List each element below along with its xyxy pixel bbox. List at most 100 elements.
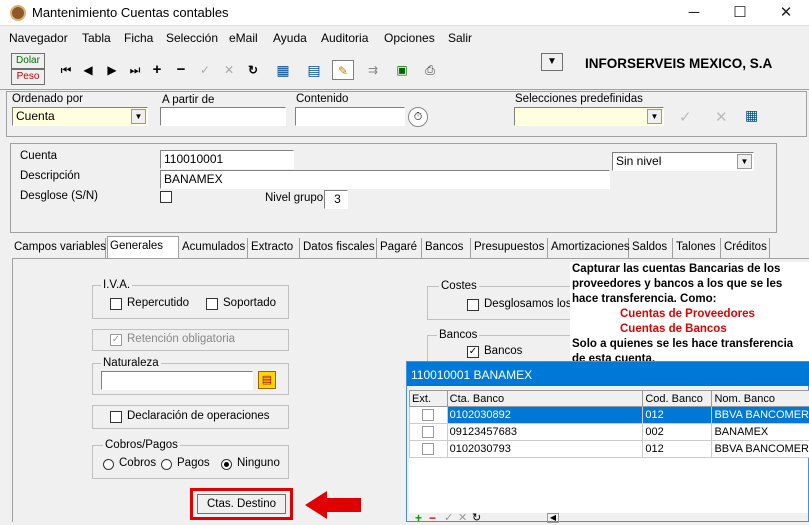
tab-bancos[interactable]: Bancos: [423, 238, 471, 258]
menu-tabla[interactable]: Tabla: [82, 31, 111, 45]
peso-button[interactable]: Peso: [11, 69, 45, 85]
tab-generales[interactable]: Generales: [107, 236, 179, 259]
cancel-row-icon[interactable]: ✕: [458, 511, 467, 524]
close-button[interactable]: ✕: [763, 0, 809, 26]
col-cod-banco[interactable]: Cod. Banco: [643, 391, 712, 407]
nivel-select[interactable]: Sin nivel ▼: [612, 152, 754, 171]
previous-record-icon[interactable]: ◀: [77, 60, 99, 80]
add-row-icon[interactable]: +: [415, 511, 422, 525]
ext-checkbox[interactable]: [422, 443, 434, 455]
declaracion-checkbox[interactable]: [110, 411, 122, 423]
edit-form-icon[interactable]: ✎: [332, 60, 354, 80]
last-record-icon[interactable]: ⏭: [124, 60, 146, 80]
selection-grid-icon[interactable]: ▦: [745, 107, 758, 124]
menu-navegador[interactable]: Navegador: [9, 31, 68, 45]
tab-creditos[interactable]: Créditos: [722, 238, 770, 258]
nom-banco-cell[interactable]: BANAMEX: [712, 424, 809, 441]
table-row[interactable]: 0102030892 012 BBVA BANCOMER: [410, 407, 809, 424]
desglosamos-checkbox[interactable]: [467, 299, 479, 311]
ext-checkbox[interactable]: [422, 426, 434, 438]
delete-record-icon[interactable]: −: [170, 60, 192, 80]
cobros-radio[interactable]: [103, 459, 114, 470]
menu-seleccion[interactable]: Selección: [166, 31, 218, 45]
clear-selection-icon[interactable]: ✕: [715, 108, 728, 126]
copy-icon[interactable]: ⇉: [362, 60, 384, 80]
tab-extracto[interactable]: Extracto: [249, 238, 300, 258]
apply-selection-icon[interactable]: ✓: [679, 108, 692, 126]
cuenta-input[interactable]: 110010001: [160, 150, 294, 169]
window-title: Mantenimiento Cuentas contables: [32, 5, 229, 20]
menu-email[interactable]: eMail: [229, 31, 258, 45]
refresh-row-icon[interactable]: ↻: [472, 511, 481, 524]
menu-opciones[interactable]: Opciones: [384, 31, 435, 45]
tab-saldos[interactable]: Saldos: [630, 238, 673, 258]
chevron-down-icon[interactable]: ▼: [647, 109, 662, 124]
tab-pagare[interactable]: Pagaré: [378, 238, 422, 258]
minimize-button[interactable]: ─: [671, 0, 717, 26]
next-record-icon[interactable]: ▶: [101, 60, 123, 80]
repercutido-checkbox[interactable]: [110, 298, 122, 310]
grid-view-icon[interactable]: ▦: [272, 60, 294, 80]
print-icon[interactable]: ⎙: [419, 60, 441, 80]
refresh-icon[interactable]: ↻: [242, 60, 264, 80]
nivel-select-value: Sin nivel: [616, 154, 661, 168]
col-nom-banco[interactable]: Nom. Banco: [712, 391, 809, 407]
menu-ficha[interactable]: Ficha: [124, 31, 153, 45]
chevron-down-icon[interactable]: ▼: [131, 109, 146, 124]
col-ext[interactable]: Ext.: [410, 391, 448, 407]
confirm-row-icon[interactable]: ✓: [444, 511, 453, 524]
cod-banco-cell[interactable]: 012: [643, 441, 712, 458]
menu-ayuda[interactable]: Ayuda: [273, 31, 307, 45]
descripcion-input[interactable]: BANAMEX: [160, 170, 610, 189]
tab-datos-fiscales[interactable]: Datos fiscales: [301, 238, 377, 258]
desglose-checkbox[interactable]: [160, 191, 172, 203]
tab-talones[interactable]: Talones: [674, 238, 721, 258]
tab-acumulados[interactable]: Acumulados: [180, 238, 248, 258]
menu-salir[interactable]: Salir: [448, 31, 472, 45]
search-clock-icon[interactable]: ⏱: [408, 107, 428, 127]
paste-icon[interactable]: ▣: [391, 60, 413, 80]
tab-amortizaciones[interactable]: Amortizaciones: [549, 238, 629, 258]
cod-banco-cell[interactable]: 012: [643, 407, 712, 424]
apartir-input[interactable]: [160, 107, 286, 126]
ext-checkbox[interactable]: [422, 409, 434, 421]
ordenado-select[interactable]: Cuenta▼: [12, 107, 148, 126]
tab-campos-variables[interactable]: Campos variables: [12, 238, 106, 258]
maximize-button[interactable]: ☐: [717, 0, 763, 26]
add-record-icon[interactable]: +: [146, 60, 168, 80]
pagos-radio[interactable]: [161, 459, 172, 470]
apartir-label: A partir de: [162, 94, 214, 106]
lookup-icon[interactable]: ▤: [258, 371, 276, 389]
cta-banco-cell[interactable]: 09123457683: [447, 424, 643, 441]
bancos-group-label: Bancos: [437, 329, 479, 341]
nom-banco-cell[interactable]: BBVA BANCOMER: [712, 441, 809, 458]
chevron-down-icon[interactable]: ▼: [737, 154, 752, 169]
naturaleza-input[interactable]: [101, 371, 253, 390]
company-dropdown-icon[interactable]: ▼: [541, 53, 563, 71]
tab-presupuestos[interactable]: Presupuestos: [472, 238, 548, 258]
bancos-checkbox[interactable]: ✓: [467, 346, 479, 358]
form-view-icon[interactable]: ▤: [303, 60, 325, 80]
confirm-icon[interactable]: ✓: [194, 60, 216, 80]
menu-auditoria[interactable]: Auditoria: [321, 31, 368, 45]
cobros-label: Cobros: [119, 457, 156, 469]
dolar-button[interactable]: Dolar: [11, 53, 45, 69]
soportado-checkbox[interactable]: [206, 298, 218, 310]
delete-row-icon[interactable]: −: [429, 511, 436, 525]
app-icon: [10, 5, 26, 21]
cancel-icon[interactable]: ✕: [218, 60, 240, 80]
col-cta-banco[interactable]: Cta. Banco: [447, 391, 643, 407]
table-row[interactable]: 09123457683 002 BANAMEX: [410, 424, 809, 441]
nom-banco-cell[interactable]: BBVA BANCOMER: [712, 407, 809, 424]
cta-banco-cell[interactable]: 0102030892: [447, 407, 643, 424]
retencion-checkbox[interactable]: ✓: [110, 334, 122, 346]
cod-banco-cell[interactable]: 002: [643, 424, 712, 441]
table-row[interactable]: 0102030793 012 BBVA BANCOMER: [410, 441, 809, 458]
cta-banco-cell[interactable]: 0102030793: [447, 441, 643, 458]
contenido-input[interactable]: [295, 107, 405, 126]
selecciones-select[interactable]: ▼: [514, 107, 664, 126]
ninguno-radio[interactable]: [221, 459, 232, 470]
first-record-icon[interactable]: ⏮: [55, 60, 77, 80]
ctas-destino-button[interactable]: Ctas. Destino: [197, 494, 286, 514]
nivel-grupo-input[interactable]: 3: [324, 190, 348, 209]
